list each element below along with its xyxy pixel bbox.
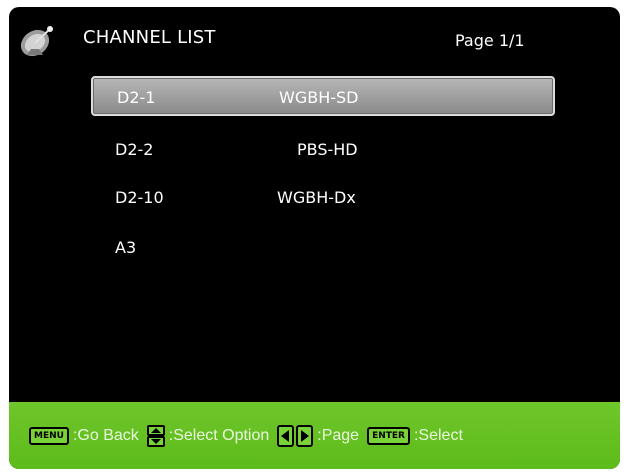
key-hints: MENU :Go Back :Select Option :Page ENTER… <box>29 424 471 448</box>
channel-row-d2-10[interactable]: D2-10 WGBH-Dx <box>91 178 555 218</box>
channel-name: WGBH-SD <box>279 88 359 107</box>
channel-row-d2-2[interactable]: D2-2 PBS-HD <box>91 130 555 170</box>
left-right-arrow-icon <box>277 425 314 447</box>
channel-row-d2-1[interactable]: D2-1 WGBH-SD <box>91 76 555 116</box>
page-hint-label: :Page <box>317 427 360 444</box>
menu-key-icon: MENU <box>29 427 69 445</box>
up-down-arrow-icon <box>146 425 165 447</box>
channel-number: D2-10 <box>115 188 164 207</box>
channel-row-a3[interactable]: A3 <box>91 228 555 268</box>
channel-number: D2-1 <box>117 88 156 107</box>
channel-number: D2-2 <box>115 140 154 159</box>
channel-list: D2-1 WGBH-SD D2-2 PBS-HD D2-10 WGBH-Dx A… <box>9 7 620 407</box>
footer-help-bar: MENU :Go Back :Select Option :Page ENTER… <box>9 402 620 469</box>
select-option-hint-label: :Select Option <box>168 427 270 444</box>
channel-list-screen: CHANNEL LIST Page 1/1 D2-1 WGBH-SD D2-2 … <box>9 7 620 469</box>
enter-key-icon: ENTER <box>367 427 410 445</box>
channel-name: PBS-HD <box>297 140 358 159</box>
menu-hint-label: :Go Back <box>72 427 139 444</box>
channel-name: WGBH-Dx <box>277 188 356 207</box>
select-hint-label: :Select <box>413 427 463 444</box>
channel-number: A3 <box>115 238 137 257</box>
